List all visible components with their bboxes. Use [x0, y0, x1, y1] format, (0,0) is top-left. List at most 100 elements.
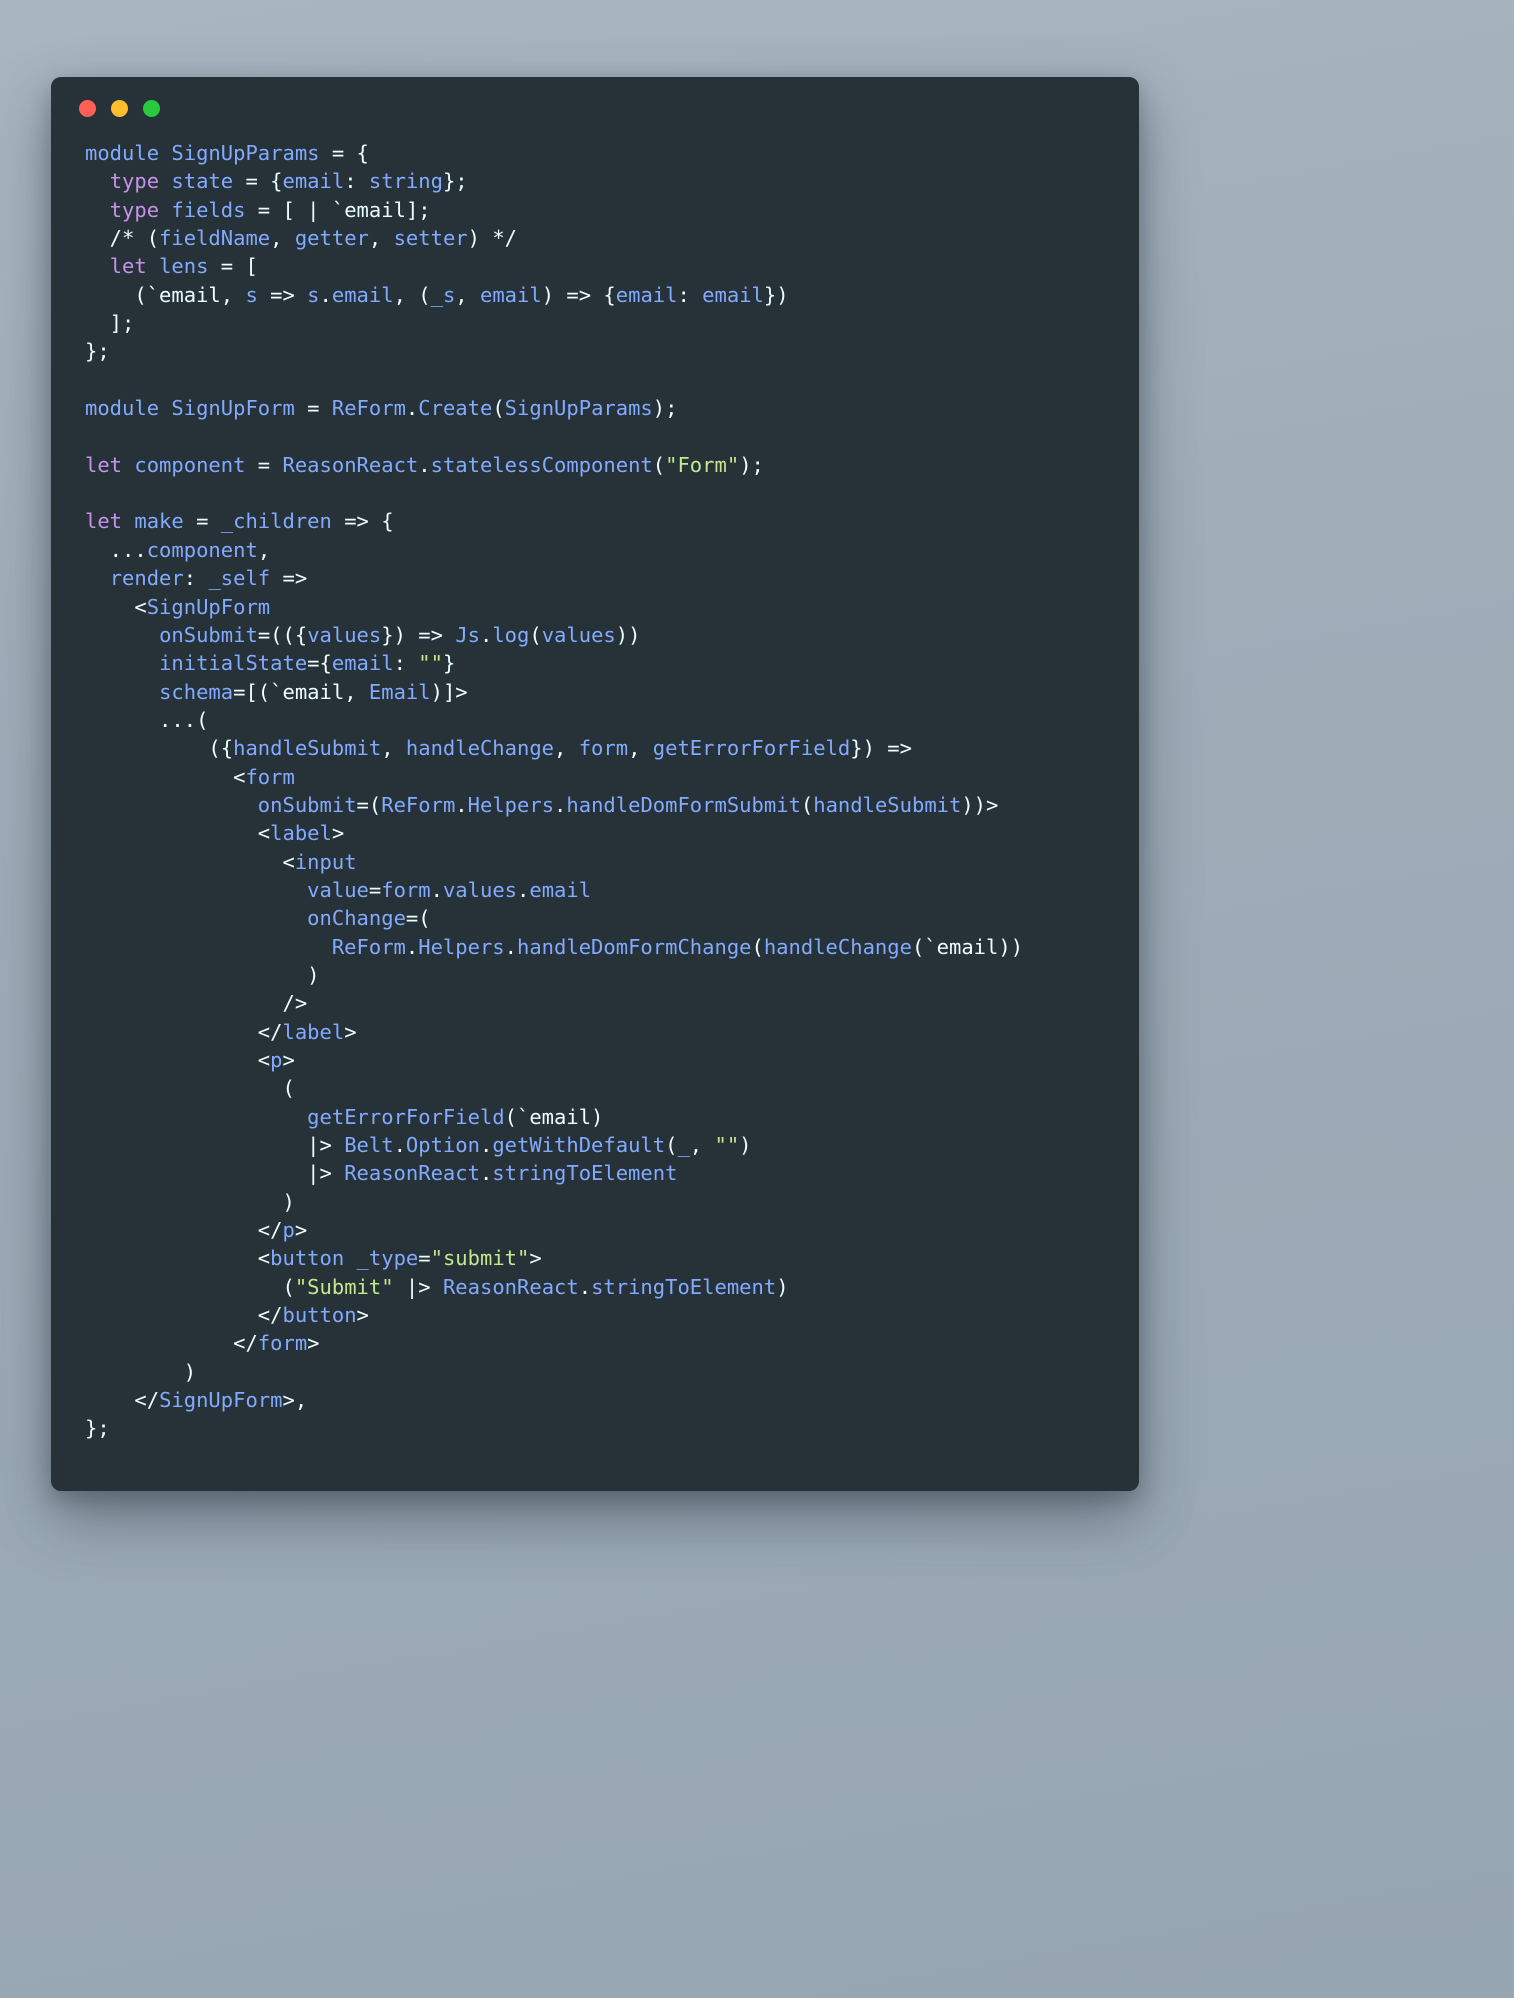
minimize-window-button[interactable]	[111, 99, 128, 117]
code-line: ReForm.Helpers.handleDomFormChange(handl…	[85, 933, 1105, 961]
code-line: render: _self =>	[85, 564, 1105, 592]
code-token: email	[529, 877, 592, 902]
code-line: let make = _children => {	[85, 507, 1105, 535]
code-token: module	[85, 396, 172, 421]
code-token: ,	[270, 226, 295, 251]
code-token: =	[368, 877, 382, 902]
code-line: <form	[85, 763, 1105, 791]
code-token: SignUpForm	[146, 594, 271, 619]
code-token: };	[442, 169, 468, 194]
code-line: </form>	[85, 1329, 1105, 1357]
code-token: let	[85, 509, 123, 534]
code-token: ,	[689, 1133, 715, 1158]
code-token: .	[430, 877, 443, 902]
code-token: schema	[159, 679, 234, 704]
code-token: =(({	[257, 622, 308, 647]
code-token: )	[85, 962, 320, 987]
code-line: (`email, s => s.email, (_s, email) => {e…	[85, 281, 1105, 309]
code-line: )	[85, 961, 1105, 989]
code-token: };	[85, 1416, 110, 1441]
code-token: Email	[368, 679, 431, 704]
code-token: label	[282, 1019, 345, 1044]
code-token: >	[356, 1303, 369, 1328]
code-token: make	[134, 509, 184, 534]
code-token: ""	[714, 1133, 740, 1158]
code-token: form	[381, 877, 431, 902]
code-line: (	[85, 1074, 1105, 1102]
code-token: )	[739, 1133, 752, 1158]
code-token: s	[245, 282, 258, 307]
code-token: )]>	[430, 679, 468, 704]
code-token: >	[331, 821, 345, 846]
code-token: )	[85, 1359, 197, 1384]
code-token: getErrorForField	[307, 1104, 505, 1129]
code-token: form	[245, 764, 295, 789]
code-token: value	[307, 877, 369, 902]
code-token: = [	[208, 254, 258, 279]
code-token: values	[442, 877, 518, 902]
code-token: =(	[356, 792, 382, 817]
code-token: <	[85, 594, 147, 619]
code-token: .	[479, 1161, 493, 1186]
code-token: getErrorForField	[652, 736, 851, 761]
code-token: type	[109, 169, 160, 194]
code-line: ...component,	[85, 536, 1105, 564]
code-token: button	[270, 1246, 345, 1271]
code-token: >,	[282, 1388, 308, 1413]
code-line: </SignUpForm>,	[85, 1386, 1105, 1414]
code-token: label	[270, 821, 332, 846]
code-token: module	[85, 141, 172, 165]
code-token: email	[479, 282, 542, 307]
code-token: }) =>	[381, 622, 456, 647]
code-token: handleDomFormSubmit	[566, 792, 801, 817]
code-token: :	[183, 566, 209, 591]
close-window-button[interactable]	[79, 99, 96, 117]
code-line: ];	[85, 309, 1105, 337]
code-token: (`email)	[504, 1104, 604, 1129]
code-line: <button _type="submit">	[85, 1244, 1105, 1272]
code-token: (	[85, 1274, 295, 1299]
code-token: handleChange	[405, 736, 555, 761]
code-token: >	[529, 1246, 542, 1271]
code-token: stringToElement	[492, 1161, 678, 1186]
code-token: (	[85, 1076, 295, 1101]
code-token: Create	[418, 396, 493, 421]
code-token: email	[615, 282, 678, 307]
code-token: form	[257, 1331, 308, 1356]
code-line: let component = ReasonReact.statelessCom…	[85, 451, 1105, 479]
code-token: _s	[430, 282, 456, 307]
window-titlebar[interactable]	[51, 77, 1139, 139]
code-token: :	[393, 651, 419, 676]
code-line: type state = {email: string};	[85, 167, 1105, 195]
code-token: )	[776, 1274, 789, 1299]
code-token: .	[455, 792, 468, 817]
code-token: email	[331, 651, 394, 676]
code-line: type fields = [ | `email];	[85, 196, 1105, 224]
code-token: =	[294, 396, 332, 421]
code-token: handleChange	[763, 934, 912, 959]
code-token: email	[331, 282, 394, 307]
code-line: ("Submit" |> ReasonReact.stringToElement…	[85, 1273, 1105, 1301]
code-token: "submit"	[430, 1246, 530, 1271]
code-block[interactable]: module SignUpParams = { type state = {em…	[51, 139, 1139, 1483]
code-line: </p>	[85, 1216, 1105, 1244]
code-line: let lens = [	[85, 252, 1105, 280]
code-token: <	[85, 821, 271, 846]
code-token: (	[800, 792, 814, 817]
code-token: />	[85, 991, 308, 1016]
code-token: "Submit"	[294, 1274, 394, 1299]
code-token: => {	[331, 509, 394, 534]
code-token: string	[368, 169, 443, 194]
code-token: SignUpForm	[171, 396, 295, 421]
code-line: )	[85, 1188, 1105, 1216]
code-line: getErrorForField(`email)	[85, 1103, 1105, 1131]
code-token: |>	[393, 1274, 443, 1299]
maximize-window-button[interactable]	[143, 99, 160, 117]
code-token: _children	[220, 509, 332, 534]
